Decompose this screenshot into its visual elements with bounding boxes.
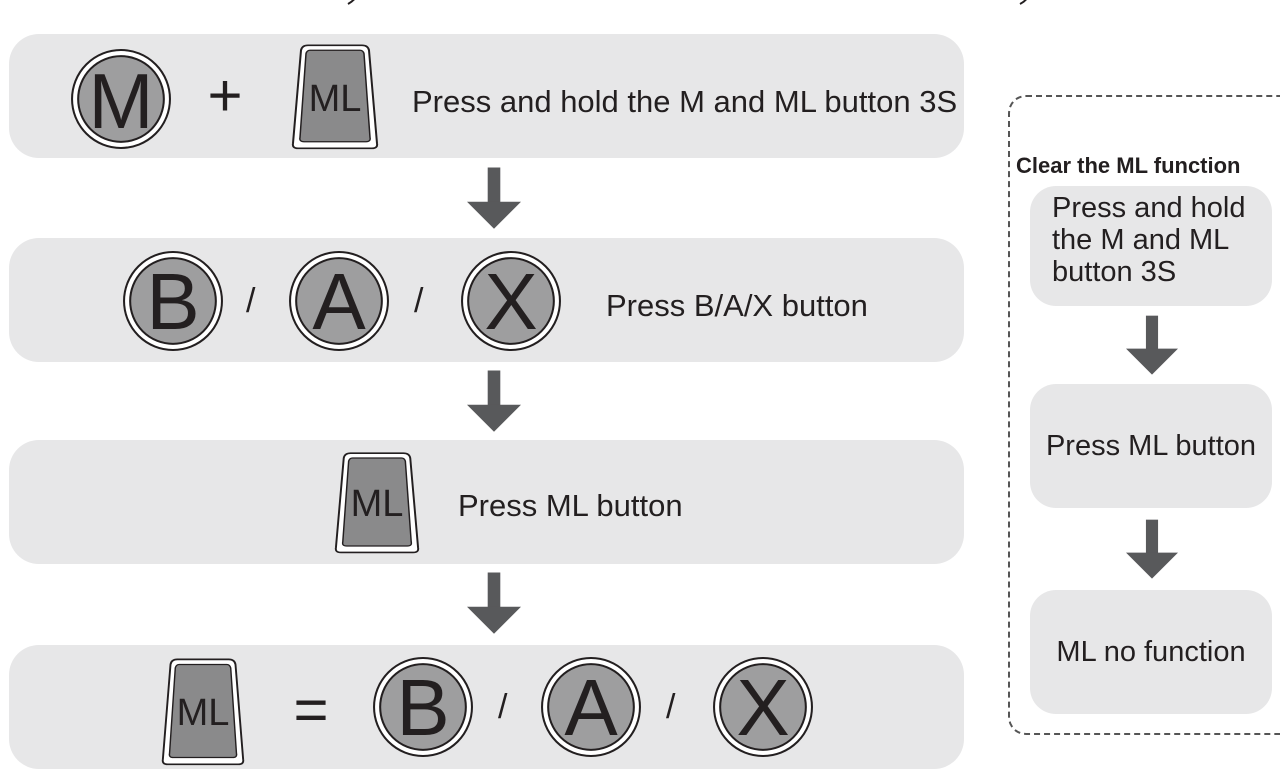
x-button-letter: X <box>736 663 790 752</box>
clear-step-1-line-3: button 3S <box>1052 256 1177 288</box>
clear-step-2-label: Press ML button <box>1045 430 1257 462</box>
m-button-letter: M <box>88 57 154 145</box>
separator-slash: / <box>498 688 508 726</box>
x-button-letter: X <box>484 257 538 346</box>
separator-slash: / <box>666 688 676 726</box>
down-arrow-icon <box>467 368 521 436</box>
equals-operator: = <box>293 676 329 743</box>
down-arrow-icon <box>1126 516 1178 584</box>
clear-ml-title: Clear the ML function <box>1016 153 1241 178</box>
a-button-letter: A <box>312 257 366 346</box>
step-1-label: Press and hold the M and ML button 3S <box>412 84 958 119</box>
down-arrow-icon <box>467 165 521 233</box>
ml-trigger-letter: ML <box>308 78 362 120</box>
step-2-label: Press B/A/X button <box>606 288 868 323</box>
plus-operator: + <box>207 62 243 129</box>
b-button-letter: B <box>396 663 450 752</box>
b-button-letter: B <box>146 257 200 346</box>
down-arrow-icon <box>467 570 521 638</box>
ml-trigger-letter: ML <box>176 692 230 734</box>
ml-trigger-letter: ML <box>350 483 404 525</box>
cropped-top-decoration <box>347 0 1027 5</box>
step-4-panel <box>9 645 964 769</box>
down-arrow-icon <box>1126 312 1178 380</box>
separator-slash: / <box>246 282 256 320</box>
clear-step-1-line-2: the M and ML <box>1052 224 1230 256</box>
separator-slash: / <box>414 282 424 320</box>
clear-step-1-line-1: Press and hold <box>1052 192 1246 224</box>
step-3-label: Press ML button <box>458 488 683 523</box>
a-button-letter: A <box>564 663 618 752</box>
clear-step-3-label: ML no function <box>1056 636 1246 668</box>
